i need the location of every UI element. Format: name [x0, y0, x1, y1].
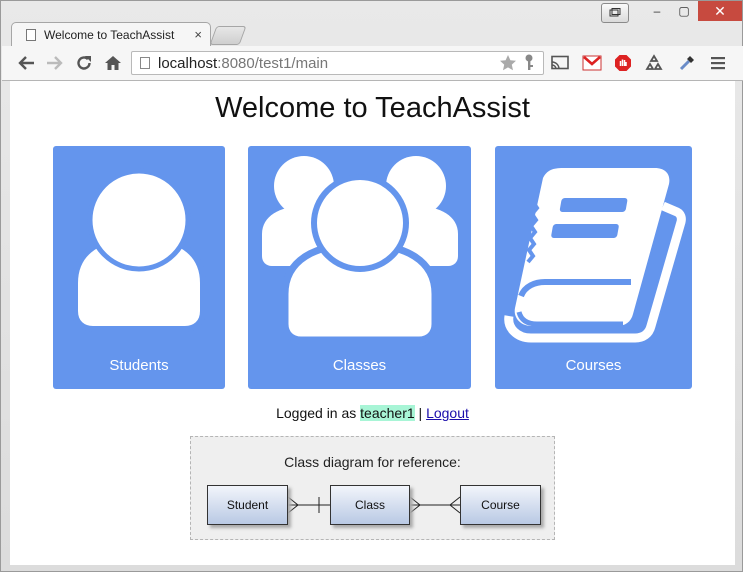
reload-button[interactable]: [74, 53, 94, 73]
login-prefix: Logged in as: [276, 405, 361, 421]
cast-icon[interactable]: [550, 53, 570, 73]
browser-tab[interactable]: Welcome to TeachAssist ×: [11, 22, 211, 46]
courses-card[interactable]: Courses: [495, 146, 692, 389]
tab-title: Welcome to TeachAssist: [44, 27, 175, 42]
browser-toolbar: localhost :8080/test1/main: [2, 46, 743, 81]
address-bar[interactable]: localhost :8080/test1/main: [131, 51, 544, 75]
eyedropper-icon[interactable]: [677, 53, 697, 73]
student-icon: [72, 168, 206, 332]
maximize-button[interactable]: ▢: [671, 1, 697, 21]
recycle-icon[interactable]: [644, 53, 664, 73]
url-path: :8080/test1/main: [217, 54, 329, 72]
uml-class-class: Class: [330, 485, 410, 525]
courses-label: Courses: [565, 357, 622, 374]
logout-link[interactable]: Logout: [426, 405, 469, 421]
login-status: Logged in as teacher1 | Logout: [10, 405, 735, 421]
gmail-icon[interactable]: [582, 53, 602, 73]
url-host: localhost: [158, 54, 218, 72]
adblock-icon[interactable]: [613, 53, 633, 73]
uml-class-course: Course: [460, 485, 541, 525]
uml-class-student: Student: [207, 485, 288, 525]
back-arrow-icon: [18, 56, 34, 70]
forward-arrow-icon: [47, 56, 63, 70]
page-content: Welcome to TeachAssist Students Classes: [10, 81, 735, 565]
new-tab-button[interactable]: [209, 26, 247, 45]
close-window-button[interactable]: ✕: [698, 1, 742, 21]
browser-window: – ▢ ✕ Welcome to TeachAssist × localhost…: [0, 0, 743, 572]
menu-button[interactable]: [708, 53, 728, 73]
login-separator: |: [414, 405, 427, 421]
students-label: Students: [109, 357, 169, 374]
hamburger-menu-icon: [711, 57, 725, 70]
key-icon[interactable]: [523, 54, 535, 72]
classes-icon: [262, 156, 458, 344]
forward-button[interactable]: [45, 53, 65, 73]
page-icon: [140, 57, 150, 69]
home-button[interactable]: [103, 53, 123, 73]
class-diagram: Class diagram for reference: Student Cla…: [190, 436, 555, 540]
page-icon: [26, 28, 36, 41]
page-title: Welcome to TeachAssist: [215, 92, 530, 124]
minimize-button[interactable]: –: [644, 1, 670, 21]
classes-card[interactable]: Classes: [248, 146, 471, 389]
restore-icon: [609, 8, 621, 17]
students-card[interactable]: Students: [53, 146, 225, 389]
home-icon: [105, 56, 121, 70]
restore-window-button[interactable]: [601, 3, 629, 23]
username: teacher1: [360, 405, 415, 421]
back-button[interactable]: [16, 53, 36, 73]
bookmark-star-icon[interactable]: [499, 54, 517, 72]
classes-label: Classes: [332, 357, 387, 374]
reload-icon: [77, 56, 91, 70]
book-icon: [504, 168, 686, 343]
tab-close-button[interactable]: ×: [194, 27, 202, 42]
